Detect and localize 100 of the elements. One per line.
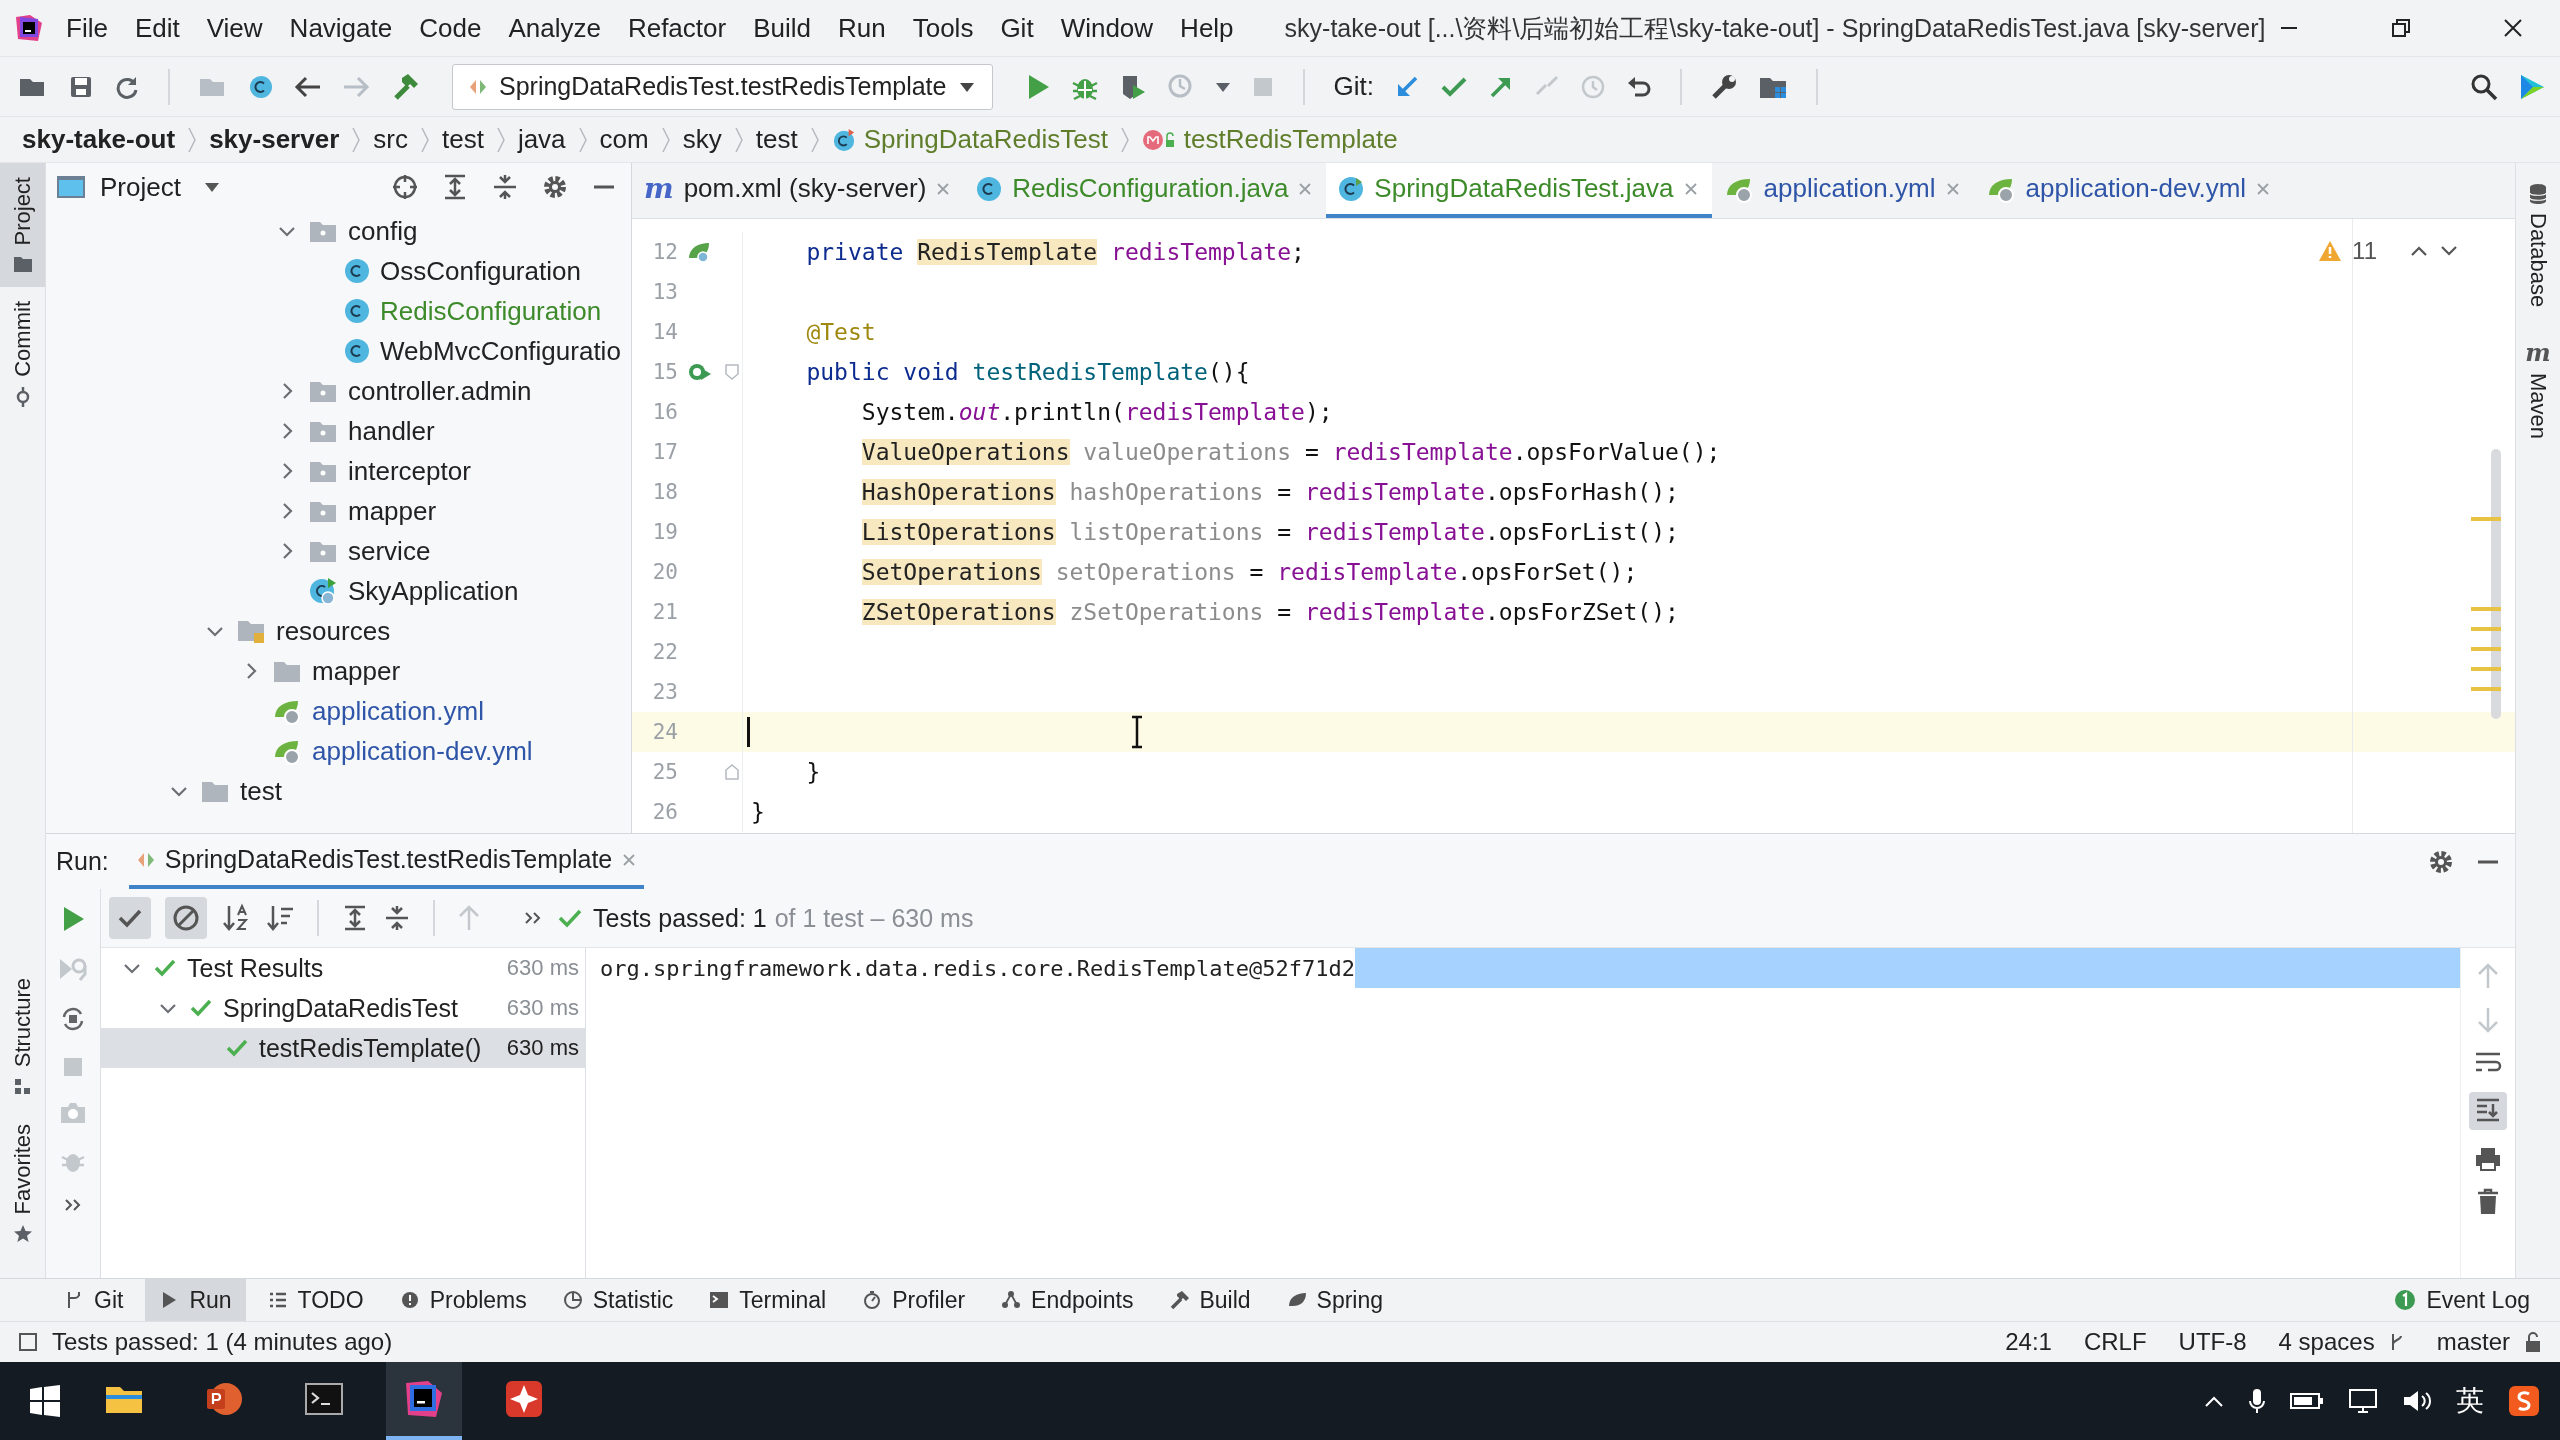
star-app-icon[interactable] (504, 1379, 544, 1419)
tree-item[interactable]: config (348, 215, 418, 247)
tree-item[interactable]: SkyApplication (348, 575, 519, 607)
menu-item[interactable]: Run (838, 12, 886, 44)
tree-item[interactable]: controller.admin (348, 375, 532, 407)
test-result-row[interactable]: testRedisTemplate() 630 ms (101, 1028, 585, 1068)
lock-icon[interactable] (2524, 1331, 2542, 1353)
breadcrumb[interactable]: testRedisTemplate (1183, 124, 1398, 155)
test-result-row[interactable]: Test Results 630 ms (101, 948, 585, 988)
microphone-icon[interactable] (2248, 1387, 2266, 1415)
search-icon[interactable] (2470, 72, 2498, 101)
tool-window-button[interactable]: Spring (1272, 1279, 1398, 1321)
collapse-all-icon[interactable] (491, 173, 519, 201)
scroll-to-end-icon[interactable] (2469, 1092, 2507, 1130)
menu-item[interactable]: View (206, 12, 263, 44)
tree-item[interactable]: service (348, 535, 431, 567)
breadcrumb[interactable]: test (441, 124, 484, 155)
tree-item[interactable]: OssConfiguration (380, 255, 581, 287)
tool-window-tab[interactable]: Structure (0, 964, 45, 1110)
chevron-down-icon[interactable] (2439, 244, 2459, 258)
menu-item[interactable]: Tools (912, 12, 974, 44)
cursor-position[interactable]: 24:1 (2005, 1328, 2052, 1356)
menu-item[interactable]: Window (1060, 12, 1154, 44)
breadcrumb[interactable]: sky (682, 124, 722, 155)
tree-item[interactable]: handler (348, 415, 435, 447)
menu-item[interactable]: Git (1000, 12, 1034, 44)
collapse-all-icon[interactable] (383, 904, 411, 932)
tree-item[interactable]: RedisConfiguration (380, 295, 602, 327)
tool-window-button[interactable]: Endpoints (987, 1279, 1148, 1321)
menu-item[interactable]: Edit (134, 12, 180, 44)
tree-item[interactable]: resources (276, 615, 391, 647)
scrollbar-thumb[interactable] (2491, 449, 2501, 719)
menu-item[interactable]: Help (1180, 12, 1234, 44)
dropdown-caret-icon[interactable] (202, 181, 221, 193)
class-icon[interactable] (248, 73, 274, 100)
tree-item[interactable]: WebMvcConfiguratio (380, 335, 621, 367)
back-arrow-icon[interactable] (294, 74, 322, 99)
run-configuration-dropdown[interactable]: SpringDataRedisTest.testRedisTemplate (452, 63, 994, 110)
breadcrumb[interactable]: java (517, 124, 566, 155)
test-result-row[interactable]: SpringDataRedisTest 630 ms (101, 988, 585, 1028)
breadcrumb[interactable]: SpringDataRedisTest (863, 124, 1108, 155)
sort-alphabetical-icon[interactable] (221, 903, 251, 933)
menu-item[interactable]: Navigate (289, 12, 393, 44)
more-chevrons-icon[interactable] (63, 1197, 83, 1213)
console-app-icon[interactable] (304, 1381, 344, 1417)
speaker-icon[interactable] (2402, 1388, 2432, 1414)
tree-item[interactable]: application-dev.yml (312, 735, 533, 767)
close-icon[interactable] (2502, 17, 2524, 39)
windows-start-icon[interactable] (28, 1384, 62, 1418)
editor-tab[interactable]: m pom.xml (sky-server) (632, 163, 965, 218)
fold-marker-icon[interactable] (725, 764, 739, 780)
menu-item[interactable]: Code (419, 12, 482, 44)
ide-app-icon[interactable] (404, 1379, 444, 1419)
target-icon[interactable] (391, 173, 419, 201)
editor-tab[interactable]: SpringDataRedisTest.java (1326, 163, 1712, 218)
sort-duration-icon[interactable] (265, 903, 295, 933)
tree-item[interactable]: mapper (348, 495, 437, 527)
tool-window-button[interactable]: Terminal (695, 1279, 841, 1321)
tree-item[interactable]: mapper (312, 655, 401, 687)
print-icon[interactable] (2474, 1146, 2502, 1172)
tree-item[interactable]: application.yml (312, 695, 484, 727)
toolbox-logo-icon[interactable] (2518, 72, 2546, 101)
editor-tab[interactable]: application.yml (1711, 163, 1974, 218)
tool-window-tab[interactable]: Database (2516, 163, 2560, 322)
breadcrumb[interactable]: com (599, 124, 649, 155)
tool-window-button[interactable]: TODO (253, 1279, 378, 1321)
breadcrumb[interactable]: src (373, 124, 408, 155)
breadcrumb[interactable]: sky-server (209, 124, 340, 155)
indent-setting[interactable]: 4 spaces (2278, 1328, 2375, 1356)
tree-item[interactable]: interceptor (348, 455, 471, 487)
restore-icon[interactable] (2390, 17, 2412, 39)
dropdown-caret-icon[interactable] (1215, 80, 1232, 93)
trash-icon[interactable] (2476, 1188, 2500, 1216)
event-log-button[interactable]: Event Log (2380, 1279, 2544, 1321)
battery-icon[interactable] (2290, 1391, 2324, 1411)
run-tab[interactable]: SpringDataRedisTest.testRedisTemplate (128, 834, 645, 889)
show-ignored-toggle-icon[interactable] (165, 897, 207, 939)
tool-window-button[interactable]: Statistic (548, 1279, 688, 1321)
tree-item[interactable]: test (240, 775, 282, 807)
breadcrumb[interactable]: sky-take-out (22, 124, 176, 155)
monitor-icon[interactable] (2348, 1388, 2378, 1414)
editor-tab[interactable]: RedisConfiguration.java (964, 163, 1327, 218)
chevron-up-icon[interactable] (2409, 244, 2429, 258)
panel-toggle-icon[interactable] (18, 1332, 38, 1352)
editor-tab[interactable]: application-dev.yml (1973, 163, 2285, 218)
menu-item[interactable]: Build (753, 12, 811, 44)
menu-item[interactable]: File (66, 12, 108, 44)
breadcrumb[interactable]: test (755, 124, 798, 155)
tool-window-tab[interactable]: Project (0, 163, 45, 288)
menu-item[interactable]: Analyze (508, 12, 601, 44)
more-chevrons-icon[interactable] (523, 910, 543, 926)
chevron-up-icon[interactable] (2204, 1394, 2224, 1408)
tool-window-tab[interactable]: Favorites (0, 1109, 45, 1258)
input-method-indicator[interactable]: 英 (2456, 1382, 2484, 1420)
show-passed-toggle-icon[interactable] (109, 897, 151, 939)
warning-count[interactable]: 11 (2352, 237, 2377, 265)
settings-icon[interactable] (541, 173, 569, 201)
tool-window-button[interactable]: Profiler (848, 1279, 980, 1321)
file-encoding[interactable]: UTF-8 (2178, 1328, 2247, 1356)
menu-item[interactable]: Refactor (627, 12, 727, 44)
